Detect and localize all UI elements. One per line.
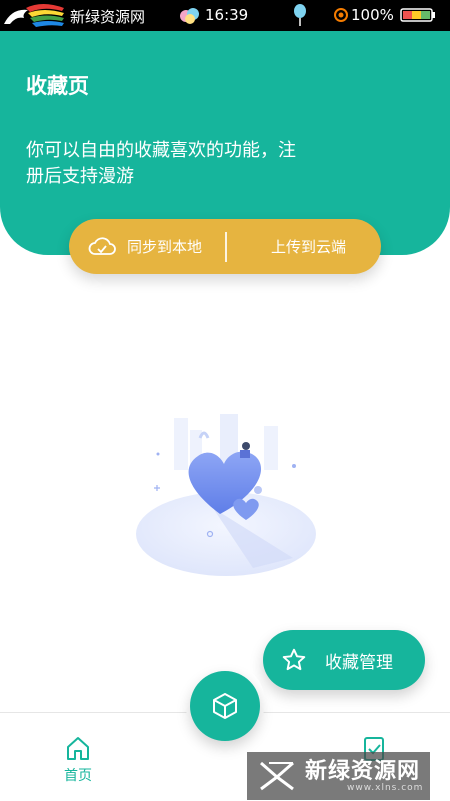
- balloon-icon: [294, 4, 306, 26]
- status-bar: 新绿资源网 16:39 100%: [0, 0, 450, 31]
- empty-favorites-illustration: [136, 414, 316, 576]
- home-icon: [67, 737, 89, 760]
- center-action-button[interactable]: [190, 671, 260, 741]
- cloud-sync-icon: [88, 236, 116, 255]
- watermark-url: www.xlns.com: [347, 783, 424, 793]
- status-site-name: 新绿资源网: [70, 8, 146, 26]
- weather-icon: [180, 8, 199, 24]
- upload-to-cloud-button[interactable]: 上传到云端: [271, 219, 346, 274]
- status-time: 16:39: [205, 6, 249, 24]
- sync-to-local-label: 同步到本地: [127, 238, 203, 256]
- site-logo-icon: [4, 4, 64, 27]
- sync-bar: 同步到本地 上传到云端: [69, 219, 381, 274]
- nav-home-tab[interactable]: 首页: [56, 735, 100, 785]
- favorites-manage-label: 收藏管理: [325, 652, 393, 673]
- cube-icon: [213, 693, 237, 719]
- favorites-manage-button[interactable]: 收藏管理: [263, 630, 425, 690]
- page-title: 收藏页: [26, 74, 89, 98]
- gps-icon: [334, 8, 348, 22]
- sync-divider: [225, 232, 227, 262]
- battery-icon: [400, 8, 435, 22]
- upload-to-cloud-label: 上传到云端: [271, 238, 347, 256]
- watermark-text: 新绿资源网: [305, 759, 421, 784]
- star-icon: [282, 648, 306, 671]
- nav-home-label: 首页: [64, 768, 92, 784]
- watermark: 新绿资源网 www.xlns.com: [247, 752, 430, 800]
- sync-to-local-button[interactable]: 同步到本地: [87, 219, 202, 274]
- page-subtitle: 你可以自由的收藏喜欢的功能，注册后支持漫游: [26, 140, 296, 187]
- battery-percent: 100%: [351, 6, 394, 24]
- watermark-logo-icon: [260, 761, 294, 791]
